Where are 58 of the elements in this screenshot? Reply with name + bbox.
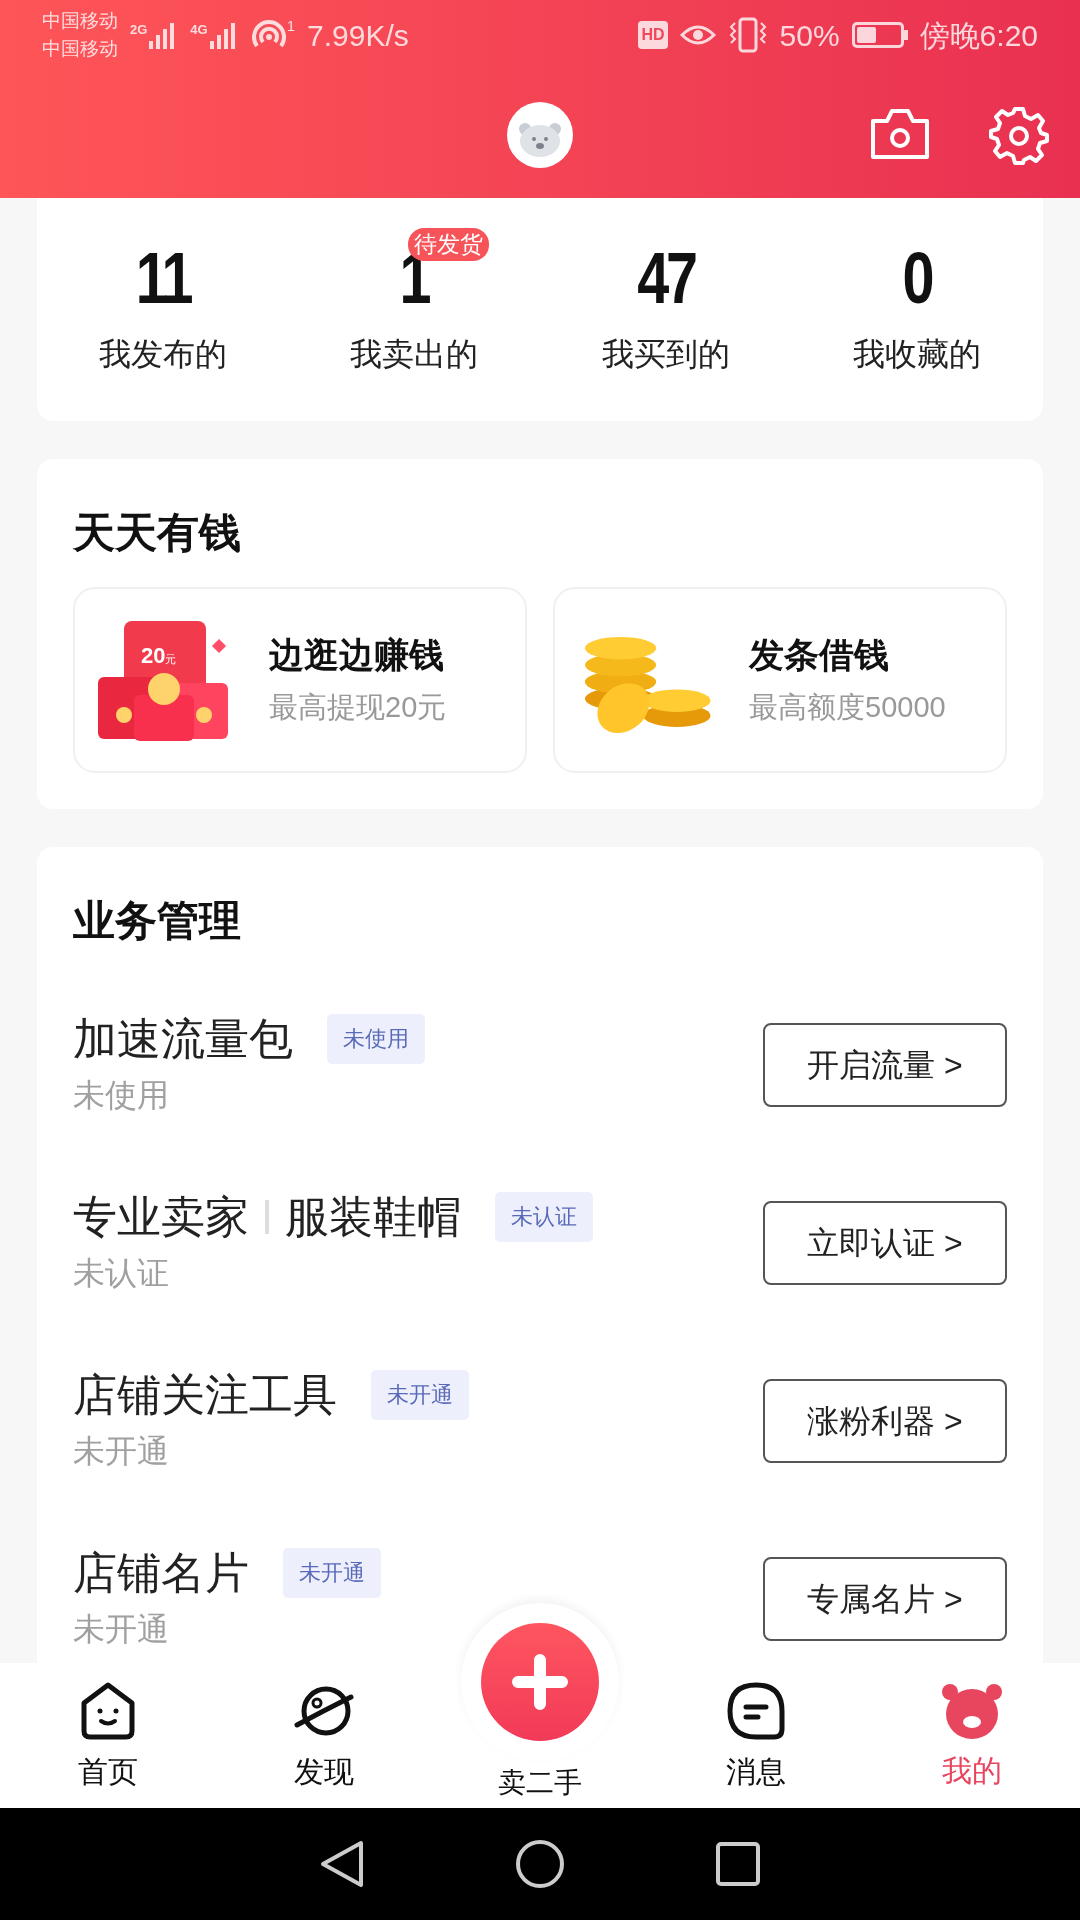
- section-title: 业务管理: [73, 896, 242, 946]
- amount-label: 20: [141, 642, 166, 670]
- service-title: 店铺名片: [73, 1547, 249, 1599]
- network-type-label: 4G: [190, 23, 208, 36]
- stat-count: 0: [902, 238, 932, 318]
- carrier-name: 中国移动: [42, 9, 118, 33]
- status-badge: 未开通: [283, 1548, 381, 1598]
- battery-percent: 50%: [779, 17, 840, 54]
- plus-icon: [512, 1654, 568, 1710]
- bear-icon: [941, 1682, 1003, 1740]
- nav-tab[interactable]: 消息: [648, 1663, 864, 1808]
- battery-icon: [851, 22, 908, 48]
- hotspot-count: 1: [286, 18, 296, 33]
- camera-icon[interactable]: [869, 107, 931, 161]
- action-button[interactable]: 专属名片 >: [763, 1557, 1007, 1641]
- promo-title: 边逛边赚钱: [269, 634, 445, 676]
- action-button[interactable]: 立即认证 >: [763, 1201, 1007, 1285]
- promo-subtitle: 最高提现20元: [269, 690, 447, 725]
- service-title: 加速流量包: [73, 1013, 293, 1065]
- vibrate-icon: [727, 17, 768, 53]
- promo-subtitle: 最高额度50000: [749, 690, 946, 725]
- nav-tab[interactable]: 我的: [864, 1663, 1080, 1808]
- unit-label: 元: [165, 653, 177, 667]
- section-title: 天天有钱: [73, 508, 242, 558]
- service-status: 未认证: [73, 1254, 170, 1293]
- nav-label: 卖二手: [498, 1766, 582, 1800]
- service-status: 未使用: [73, 1076, 170, 1115]
- stat-label[interactable]: 我发布的: [98, 330, 227, 378]
- stat-count: 47: [636, 238, 695, 318]
- service-status: 未开通: [73, 1610, 170, 1649]
- recent-apps-icon[interactable]: [715, 1841, 761, 1887]
- back-icon[interactable]: [319, 1839, 365, 1889]
- promo-card[interactable]: 20元 边逛边赚钱 最高提现20元: [73, 587, 527, 773]
- stat-label[interactable]: 我收藏的: [853, 330, 982, 378]
- hd-icon: HD: [638, 21, 668, 49]
- service-title: 专业卖家: [73, 1191, 249, 1243]
- stat-count: 11: [135, 238, 190, 318]
- action-button[interactable]: 涨粉利器 >: [763, 1379, 1007, 1463]
- home-button-icon[interactable]: [515, 1839, 565, 1889]
- message-icon: [726, 1681, 786, 1741]
- status-badge: 未使用: [327, 1014, 425, 1064]
- service-status: 未开通: [73, 1432, 170, 1471]
- service-title: 服装鞋帽: [285, 1191, 461, 1243]
- clock-time: 傍晚6:20: [919, 17, 1038, 54]
- status-badge: 未开通: [371, 1370, 469, 1420]
- carrier-name: 中国移动: [42, 37, 118, 61]
- stat-label[interactable]: 我买到的: [601, 330, 730, 378]
- action-button[interactable]: 开启流量 >: [763, 1023, 1007, 1107]
- nav-tab[interactable]: 首页: [0, 1663, 216, 1808]
- settings-icon[interactable]: [989, 105, 1049, 165]
- promo-title: 发条借钱: [749, 634, 890, 676]
- nav-tab[interactable]: 发现: [216, 1663, 432, 1808]
- service-title: 店铺关注工具: [73, 1369, 337, 1421]
- status-badge: 未认证: [495, 1192, 593, 1242]
- network-type-label: 2G: [130, 23, 148, 36]
- promo-card[interactable]: 发条借钱 最高额度50000: [553, 587, 1007, 773]
- network-speed: 7.99K/s: [307, 17, 409, 54]
- stat-label[interactable]: 我卖出的: [350, 330, 479, 378]
